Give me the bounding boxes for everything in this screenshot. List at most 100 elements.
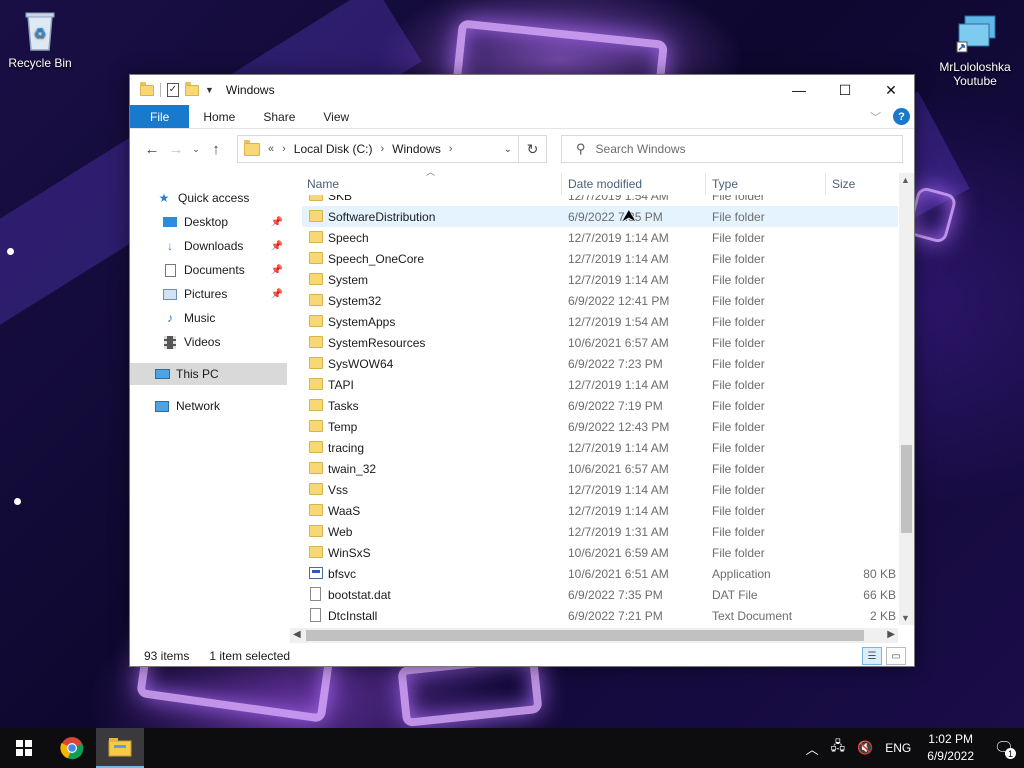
desktop-icon-label: Recycle Bin [8, 56, 72, 70]
up-arrow-icon[interactable]: ↑ [204, 141, 228, 158]
scroll-down-arrow-icon[interactable]: ▼ [901, 613, 910, 623]
input-language[interactable]: ENG [885, 741, 911, 755]
sidebar-item-pictures[interactable]: Pictures 📌 [130, 283, 287, 305]
tab-view[interactable]: View [309, 105, 363, 128]
column-header-type[interactable]: Type [712, 177, 738, 191]
file-list-row[interactable]: twain_32 10/6/2021 6:57 AM File folder [302, 458, 898, 479]
new-folder-icon[interactable] [185, 81, 199, 96]
desktop-icon-mrlololoshka[interactable]: MrLololoshka Youtube [934, 12, 1016, 88]
sidebar-item-network[interactable]: Network [130, 395, 287, 417]
properties-icon[interactable]: ✓ [167, 83, 179, 97]
file-list-row[interactable]: Temp 6/9/2022 12:43 PM File folder [302, 416, 898, 437]
file-date-modified: 6/9/2022 12:43 PM [568, 419, 670, 434]
taskbar: ︿ 🖧 🔇 ENG 1:02 PM 6/9/2022 🗨 1 [0, 728, 1024, 768]
sidebar-item-this-pc[interactable]: This PC [130, 363, 287, 385]
scroll-right-arrow-icon[interactable]: ▶ [887, 629, 895, 640]
file-date-modified: 12/7/2019 1:14 AM [568, 482, 669, 497]
file-list-row[interactable]: SoftwareDistribution 6/9/2022 7:35 PM File… [302, 206, 898, 227]
recycle-bin-icon: ♻ [20, 8, 60, 52]
file-list-row[interactable]: Web 12/7/2019 1:31 AM File folder [302, 521, 898, 542]
breadcrumb-windows[interactable]: Windows [392, 142, 441, 156]
horizontal-scrollbar[interactable]: ◀ ▶ [290, 628, 898, 643]
file-list-row[interactable]: Speech_OneCore 12/7/2019 1:14 AM File fold… [302, 248, 898, 269]
file-list-row[interactable]: Vss 12/7/2019 1:14 AM File folder [302, 479, 898, 500]
file-date-modified: 6/9/2022 7:23 PM [568, 356, 663, 371]
column-header-name[interactable]: Name [307, 177, 339, 191]
file-list-row[interactable]: SystemResources 10/6/2021 6:57 AM File fol… [302, 332, 898, 353]
file-list-row[interactable]: Tasks 6/9/2022 7:19 PM File folder [302, 395, 898, 416]
forward-arrow-icon[interactable]: → [164, 141, 188, 158]
taskbar-file-explorer[interactable] [96, 728, 144, 768]
help-icon[interactable]: ? [893, 108, 910, 125]
file-list-row[interactable]: System32 6/9/2022 12:41 PM File folder [302, 290, 898, 311]
application-icon [309, 567, 323, 579]
file-list-row[interactable]: SKB 12/7/2019 1:54 AM File folder [302, 195, 898, 206]
document-icon [162, 263, 178, 277]
file-list-row[interactable]: tracing 12/7/2019 1:14 AM File folder [302, 437, 898, 458]
file-list-row[interactable]: bootstat.dat 6/9/2022 7:35 PM DAT File 66 K… [302, 584, 898, 605]
address-bar[interactable]: « › Local Disk (C:) › Windows › ⌄ [237, 135, 519, 163]
network-status-icon[interactable]: 🖧 [831, 737, 846, 759]
expand-ribbon-chevron-icon[interactable]: ﹀ [870, 109, 881, 125]
tab-share[interactable]: Share [249, 105, 309, 128]
search-icon: ⚲ [576, 141, 586, 156]
title-bar[interactable]: ✓ ▼ Windows — ☐ ✕ [130, 75, 914, 105]
scroll-up-arrow-icon[interactable]: ▲ [901, 175, 910, 185]
file-list-row[interactable]: SystemApps 12/7/2019 1:54 AM File folder [302, 311, 898, 332]
file-list-row[interactable]: Speech 12/7/2019 1:14 AM File folder [302, 227, 898, 248]
sidebar-item-downloads[interactable]: ↓ Downloads 📌 [130, 235, 287, 257]
file-name: Speech_OneCore [328, 251, 425, 266]
taskbar-chrome[interactable] [48, 728, 96, 768]
file-list-row[interactable]: WaaS 12/7/2019 1:14 AM File folder [302, 500, 898, 521]
breadcrumb-overflow[interactable]: « [268, 143, 274, 155]
clock[interactable]: 1:02 PM 6/9/2022 [927, 731, 974, 765]
column-header-size[interactable]: Size [832, 177, 855, 191]
sidebar-item-quick-access[interactable]: ★ Quick access [130, 187, 287, 209]
file-list-row[interactable]: TAPI 12/7/2019 1:14 AM File folder [302, 374, 898, 395]
file-list-row[interactable]: System 12/7/2019 1:14 AM File folder [302, 269, 898, 290]
column-header-date-modified[interactable]: Date modified [568, 177, 642, 191]
tab-home[interactable]: Home [189, 105, 249, 128]
pin-icon: 📌 [270, 240, 283, 252]
file-list-row[interactable]: SysWOW64 6/9/2022 7:23 PM File folder [302, 353, 898, 374]
scrollbar-thumb[interactable] [306, 630, 864, 641]
show-hidden-icons-chevron-icon[interactable]: ︿ [806, 739, 819, 758]
close-button[interactable]: ✕ [868, 75, 914, 105]
search-input[interactable]: ⚲ Search Windows [561, 135, 903, 163]
desktop-icon-recycle-bin[interactable]: ♻ Recycle Bin [0, 8, 80, 70]
address-history-chevron-icon[interactable]: ⌄ [504, 144, 512, 155]
sidebar-item-videos[interactable]: Videos [130, 331, 287, 353]
file-list-row[interactable]: bfsvc 10/6/2021 6:51 AM Application 80 KB [302, 563, 898, 584]
refresh-button[interactable]: ↻ [519, 135, 547, 163]
film-icon [162, 335, 178, 349]
file-name: SysWOW64 [328, 356, 394, 371]
large-icons-view-button[interactable]: ▭ [886, 647, 906, 665]
action-center-button[interactable]: 🗨 1 [984, 728, 1024, 768]
vertical-scrollbar[interactable]: ▲ ▼ [899, 173, 914, 625]
file-type: File folder [712, 440, 765, 455]
tab-file[interactable]: File [130, 105, 190, 128]
file-type: Text Document [712, 608, 793, 623]
sidebar-item-music[interactable]: ♪ Music [130, 307, 287, 329]
sidebar-item-label: Documents [184, 263, 245, 277]
file-list-row[interactable]: DtcInstall 6/9/2022 7:21 PM Text Document 2… [302, 605, 898, 626]
volume-muted-icon[interactable]: 🔇 [857, 740, 873, 756]
customize-toolbar-chevron-icon[interactable]: ▼ [205, 85, 214, 95]
details-view-button[interactable]: ☰ [862, 647, 882, 665]
sidebar-item-documents[interactable]: Documents 📌 [130, 259, 287, 281]
sidebar-item-label: Quick access [178, 191, 250, 205]
scrollbar-thumb[interactable] [901, 445, 912, 533]
file-type: File folder [712, 503, 765, 518]
file-name: Speech [328, 230, 369, 245]
maximize-button[interactable]: ☐ [822, 75, 868, 105]
file-name: WaaS [328, 503, 361, 518]
file-type: File folder [712, 314, 765, 329]
recent-locations-chevron-icon[interactable]: ⌄ [188, 144, 204, 155]
minimize-button[interactable]: — [776, 75, 822, 105]
scroll-left-arrow-icon[interactable]: ◀ [293, 629, 301, 640]
file-list-row[interactable]: WinSxS 10/6/2021 6:59 AM File folder [302, 542, 898, 563]
breadcrumb-local-disk[interactable]: Local Disk (C:) [294, 142, 373, 156]
back-arrow-icon[interactable]: ← [140, 141, 164, 158]
sidebar-item-desktop[interactable]: Desktop 📌 [130, 211, 287, 233]
start-button[interactable] [0, 728, 48, 768]
